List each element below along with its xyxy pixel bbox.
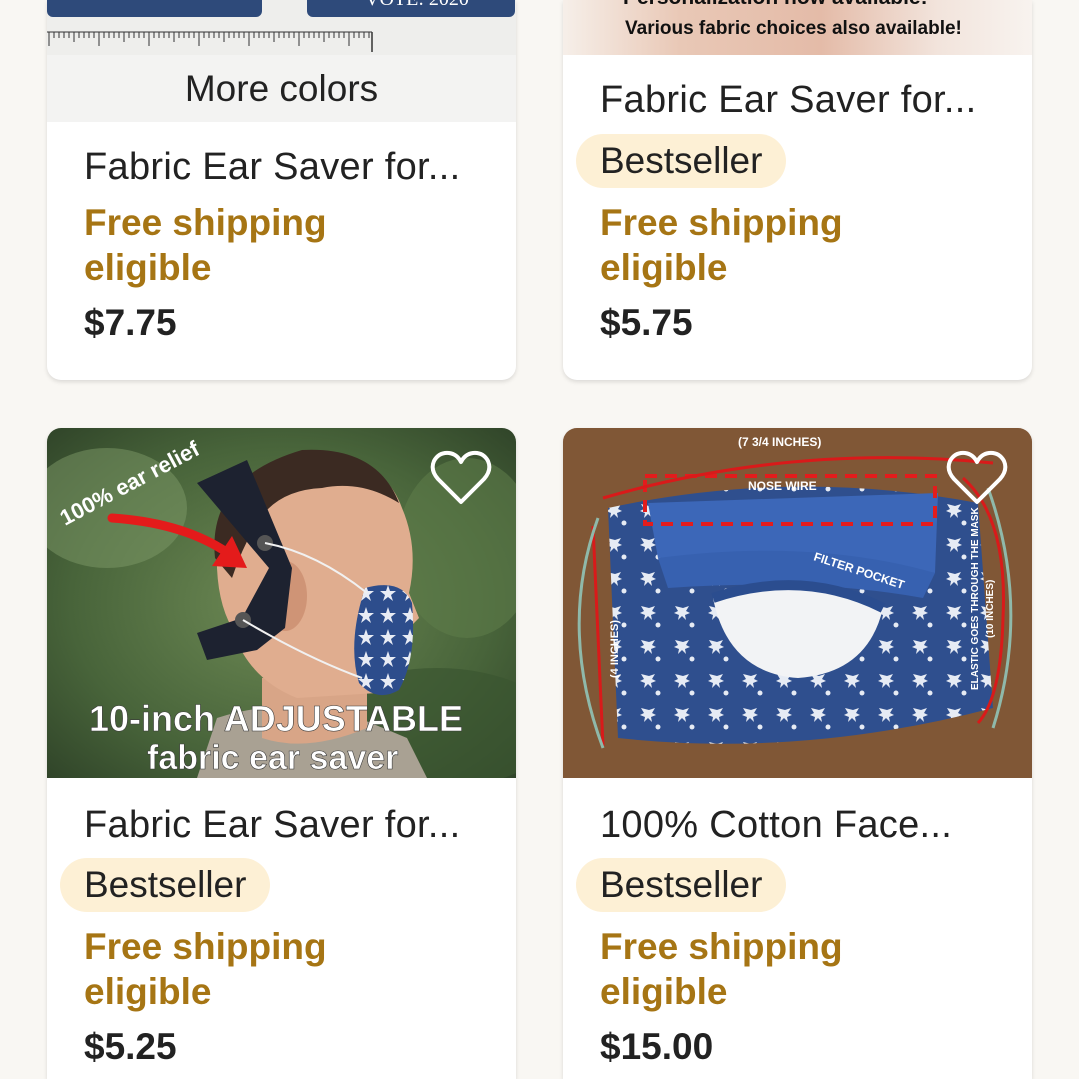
favorite-heart-icon[interactable] (430, 450, 492, 506)
image-fabric-text: fabric ear saver (147, 739, 398, 777)
image-vote-text: VOTE: 2020 (365, 0, 469, 11)
shipping-label: Free shipping eligible (84, 202, 327, 288)
image-fabric-strip: VOTE: 2020 (307, 0, 515, 17)
image-caption-text: Personalization now available! (623, 0, 928, 10)
price: $5.25 (84, 1026, 177, 1067)
image-caption-text: Various fabric choices also available! (625, 18, 962, 39)
favorite-heart-icon[interactable] (946, 450, 1008, 506)
listing-image-1[interactable]: VOTE: 2020 (47, 0, 516, 55)
bestseller-badge: Bestseller (576, 134, 787, 188)
svg-text:(4 INCHES): (4 INCHES) (609, 620, 621, 678)
price: $5.75 (600, 302, 693, 343)
shipping-label: Free shipping eligible (600, 202, 843, 288)
image-height-text: (4 INCHES) (609, 620, 621, 678)
more-colors-label: More colors (184, 68, 379, 109)
image-elastic-text: ELASTIC GOES THROUGH THE MASK (970, 506, 981, 690)
bestseller-badge: Bestseller (60, 858, 271, 912)
price: $7.75 (84, 302, 177, 343)
listing-card-1[interactable]: VOTE: 2020 More colors Fabric Ear Saver … (47, 0, 516, 380)
shipping-label: Free shipping eligible (600, 926, 843, 1012)
listing-card-4[interactable]: (7 3/4 INCHES) NOSE WIRE FILTER POCKET (… (563, 428, 1032, 1079)
listing-title[interactable]: Fabric Ear Saver for... (84, 804, 460, 847)
listing-image-2[interactable]: Personalization now available! Various f… (563, 0, 1032, 55)
more-colors-bar[interactable]: More colors (47, 55, 516, 122)
listing-card-2[interactable]: Personalization now available! Various f… (563, 0, 1032, 380)
image-width-text: (7 3/4 INCHES) (738, 435, 821, 449)
listing-card-3[interactable]: 100% ear relief 10-inch ADJUSTABLE fabri… (47, 428, 516, 1079)
bestseller-badge: Bestseller (576, 858, 787, 912)
listing-title[interactable]: 100% Cotton Face... (600, 804, 952, 847)
ruler-graphic (47, 31, 373, 52)
image-adjustable-text: 10-inch ADJUSTABLE (89, 698, 463, 739)
listing-image-4[interactable]: (7 3/4 INCHES) NOSE WIRE FILTER POCKET (… (563, 428, 1032, 778)
listing-title[interactable]: Fabric Ear Saver for... (600, 79, 976, 122)
image-length-text: (10 INCHES) (985, 580, 996, 638)
image-fabric-strip (47, 0, 262, 17)
price: $15.00 (600, 1026, 714, 1067)
listing-image-3[interactable]: 100% ear relief 10-inch ADJUSTABLE fabri… (47, 428, 516, 778)
shipping-label: Free shipping eligible (84, 926, 327, 1012)
listing-title[interactable]: Fabric Ear Saver for... (84, 146, 460, 189)
image-nose-wire-text: NOSE WIRE (748, 479, 817, 493)
svg-text:(10 INCHES): (10 INCHES) (985, 580, 996, 638)
svg-text:ELASTIC GOES THROUGH THE MASK: ELASTIC GOES THROUGH THE MASK (970, 506, 981, 690)
